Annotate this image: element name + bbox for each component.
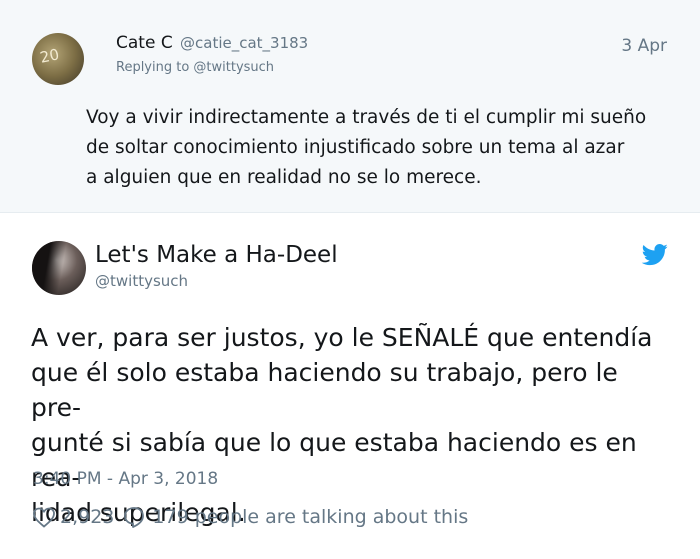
reply-author-handle[interactable]: @catie_cat_3183 — [180, 34, 308, 52]
tweet-text-line: que él solo estaba haciendo su trabajo, … — [31, 358, 618, 422]
reply-text-line: de soltar conocimiento injustificado sob… — [86, 137, 625, 158]
tweet-author-handle[interactable]: @twittysuch — [95, 272, 188, 290]
tweet-timestamp[interactable]: 3:40 PM - Apr 3, 2018 — [33, 469, 218, 489]
reply-text: Voy a vivir indirectamente a través de t… — [86, 103, 686, 193]
tweet-author-name[interactable]: Let's Make a Ha-Deel — [95, 242, 338, 268]
reply-tweet-card: 20 Cate C @catie_cat_3183 Replying to @t… — [0, 0, 700, 213]
reply-date[interactable]: 3 Apr — [621, 36, 667, 56]
tweet-engagement: 2,923 179 people are talking about this — [32, 504, 468, 530]
talking-about-count[interactable]: 179 people are talking about this — [152, 506, 468, 528]
avatar[interactable]: 20 — [32, 33, 84, 85]
tweet-text: A ver, para ser justos, yo le SEÑALÉ que… — [31, 320, 671, 530]
comment-bubble-icon[interactable] — [122, 505, 146, 529]
twitter-bird-icon[interactable] — [641, 244, 669, 266]
reply-text-line: Voy a vivir indirectamente a través de t… — [86, 107, 647, 128]
replying-to-label[interactable]: Replying to @twittysuch — [116, 60, 274, 75]
heart-icon[interactable] — [32, 506, 56, 528]
avatar[interactable] — [32, 241, 86, 295]
avatar-d20-text: 20 — [38, 45, 61, 67]
like-count[interactable]: 2,923 — [60, 506, 114, 528]
avatar-image — [32, 241, 86, 295]
reply-author-name[interactable]: Cate C — [116, 33, 173, 53]
tweet-text-line: A ver, para ser justos, yo le SEÑALÉ que… — [31, 323, 653, 352]
reply-text-line: a alguien que en realidad no se lo merec… — [86, 167, 482, 188]
